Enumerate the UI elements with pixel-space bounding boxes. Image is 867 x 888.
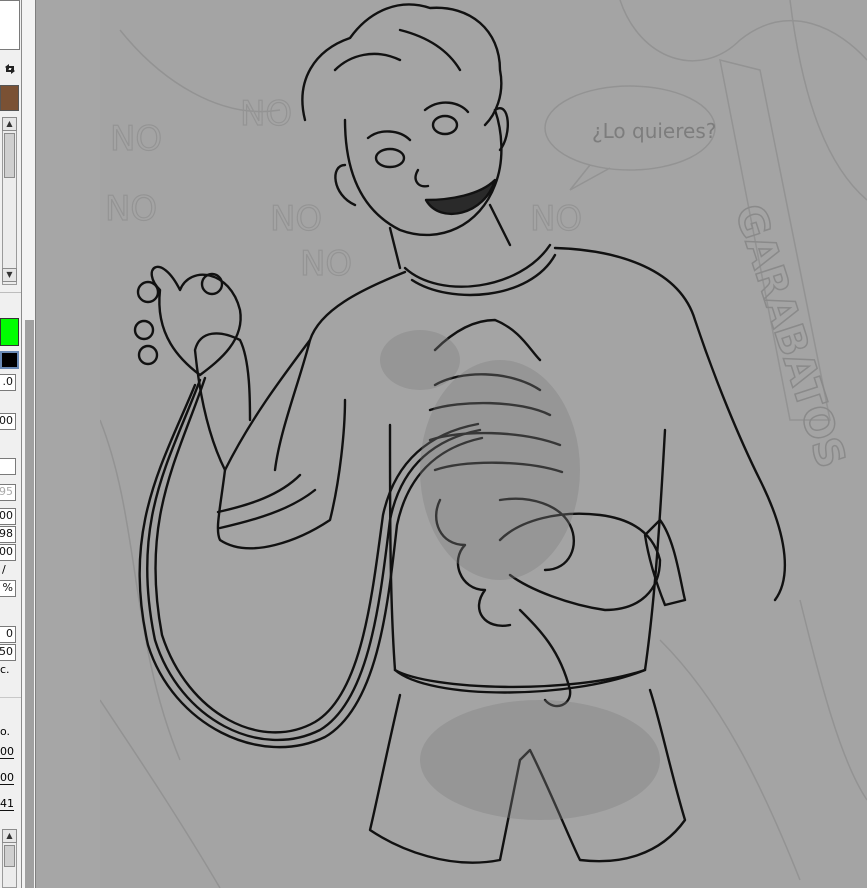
field-9[interactable]: 0	[0, 626, 16, 643]
field-2[interactable]: 00	[0, 413, 16, 430]
artwork: ¿Lo quieres? GARABATOS NO NO NO NO NO NO	[100, 0, 867, 888]
field-6[interactable]: 00	[0, 544, 16, 561]
palette-scroll-thumb[interactable]	[4, 133, 15, 178]
secondary-color-swatch[interactable]	[0, 318, 19, 346]
arrow-down-icon[interactable]: ▼	[2, 268, 17, 282]
panel-separator	[0, 292, 21, 293]
panel-scroll-gutter[interactable]	[25, 320, 34, 888]
field-13[interactable]: 00	[0, 745, 14, 759]
bg-word-2: NO	[270, 199, 322, 239]
field-1[interactable]: .0	[0, 374, 16, 391]
field-10-value: 50	[0, 645, 13, 658]
field-5[interactable]: 98	[0, 526, 16, 543]
lower-arrow-up-icon[interactable]: ▲	[2, 829, 17, 843]
background-words: NO NO NO NO NO NO	[104, 93, 582, 284]
field-11-value: c.	[0, 663, 10, 676]
tool-panel: ▲ ▼ .0 00 95 00 98 00 / % 0 50 c. o. 00 …	[0, 0, 22, 888]
field-2-value: 00	[0, 414, 13, 427]
field-1-value: .0	[2, 375, 14, 388]
drawing-canvas[interactable]: ¿Lo quieres? GARABATOS NO NO NO NO NO NO	[100, 0, 867, 888]
shading	[380, 330, 660, 820]
side-text: GARABATOS	[725, 199, 853, 474]
field-blank[interactable]	[0, 458, 16, 475]
swap-colors-icon[interactable]	[3, 61, 17, 75]
field-15-value: 41	[0, 797, 14, 810]
bg-word-5: NO	[240, 94, 292, 134]
bg-word-3: NO	[300, 244, 352, 284]
field-4-value: 00	[0, 509, 13, 522]
color-preview-top[interactable]	[0, 0, 20, 50]
bg-word-6: NO	[110, 119, 162, 159]
field-14[interactable]: 00	[0, 771, 14, 785]
lower-scroll-thumb[interactable]	[4, 845, 15, 867]
field-13-value: 00	[0, 745, 14, 758]
field-8[interactable]: %	[0, 580, 16, 597]
field-15[interactable]: 41	[0, 797, 14, 811]
field-3-value: 95	[0, 485, 13, 498]
field-3: 95	[0, 484, 16, 501]
bg-word-4: NO	[530, 199, 582, 239]
field-8-value: %	[2, 581, 13, 594]
primary-color-swatch[interactable]	[0, 85, 19, 111]
speech-bubble-text: ¿Lo quieres?	[592, 119, 716, 143]
field-11: c.	[0, 663, 10, 676]
outline-color-swatch[interactable]	[0, 351, 19, 369]
field-14-value: 00	[0, 771, 14, 784]
field-5-value: 98	[0, 527, 13, 540]
field-7: /	[2, 563, 6, 576]
field-12: o.	[0, 725, 10, 738]
arrow-up-icon[interactable]: ▲	[2, 117, 17, 131]
field-4[interactable]: 00	[0, 508, 16, 525]
field-12-value: o.	[0, 725, 11, 738]
field-10[interactable]: 50	[0, 644, 16, 661]
bg-word-1: NO	[105, 189, 157, 229]
field-6-value: 00	[0, 545, 13, 558]
field-9-value: 0	[6, 627, 13, 640]
field-7-value: /	[2, 563, 6, 576]
panel-separator-2	[0, 697, 21, 698]
canvas-margin	[36, 0, 100, 888]
